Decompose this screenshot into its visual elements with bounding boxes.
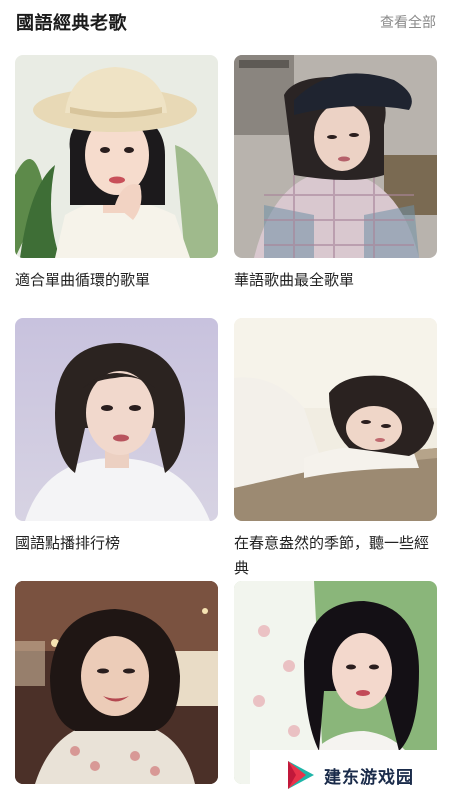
playlist-cover xyxy=(15,55,218,258)
watermark-text: 建东游戏园 xyxy=(324,767,414,788)
watermark-banner: 建东游戏园 xyxy=(250,750,450,800)
cover-image-woman-resting-on-table xyxy=(234,318,437,521)
see-all-link[interactable]: 查看全部 xyxy=(380,12,436,32)
section-title: 國語經典老歌 xyxy=(16,13,127,34)
playlist-cover xyxy=(15,318,218,521)
playlist-card[interactable]: 適合單曲循環的歌單 xyxy=(15,55,218,318)
playlist-card[interactable]: 在春意盎然的季節，聽一些經典 xyxy=(234,318,437,581)
playlist-title: 適合單曲循環的歌單 xyxy=(15,271,151,289)
playlist-card[interactable]: 華語歌曲最全歌單 xyxy=(234,55,437,318)
playlist-title: 在春意盎然的季節，聽一些經典 xyxy=(234,534,430,577)
playlist-section: 國語經典老歌 查看全部 適合單曲循環的歌單 華語歌曲最全歌單 國語點播排行榜 在… xyxy=(0,0,450,800)
cover-image-woman-short-hair xyxy=(15,318,218,521)
playlist-title: 華語歌曲最全歌單 xyxy=(234,271,355,289)
playlist-cover xyxy=(234,318,437,521)
play-logo-icon xyxy=(288,761,314,789)
cover-image-woman-in-straw-hat xyxy=(15,55,218,258)
playlist-card[interactable]: 國語點播排行榜 xyxy=(15,318,218,581)
cover-image-woman-in-cap xyxy=(234,55,437,258)
playlist-title: 國語點播排行榜 xyxy=(15,534,121,552)
section-header: 國語經典老歌 查看全部 xyxy=(16,6,436,38)
playlist-cover xyxy=(15,581,218,784)
playlist-card[interactable] xyxy=(15,581,218,784)
playlist-cover xyxy=(234,55,437,258)
playlist-grid: 適合單曲循環的歌單 華語歌曲最全歌單 國語點播排行榜 在春意盎然的季節，聽一些經… xyxy=(15,55,437,784)
cover-image-smiling-woman-sign xyxy=(15,581,218,784)
